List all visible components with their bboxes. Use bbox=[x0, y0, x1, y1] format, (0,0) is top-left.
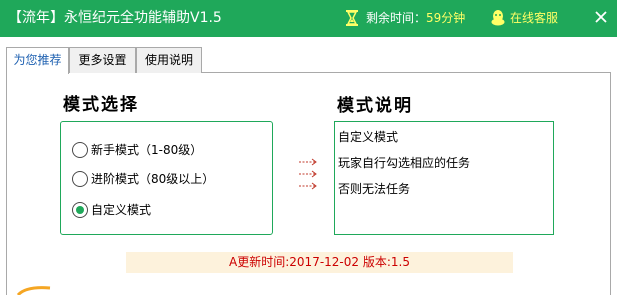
remaining-time-label: 剩余时间： bbox=[366, 11, 427, 25]
hourglass-icon bbox=[346, 10, 358, 26]
online-service-link[interactable]: 在线客服 bbox=[510, 10, 558, 26]
close-icon[interactable] bbox=[590, 6, 612, 28]
desc-line: 自定义模式 bbox=[338, 130, 399, 144]
radio-label: 进阶模式（80级以上） bbox=[91, 172, 215, 186]
qq-penguin-icon[interactable] bbox=[490, 9, 506, 27]
mode-select-heading: 模式选择 bbox=[63, 95, 139, 115]
update-info-bar: A更新时间:2017-12-02 版本:1.5 bbox=[126, 252, 513, 273]
tab-instructions[interactable]: 使用说明 bbox=[136, 47, 202, 73]
remaining-time-value: 59分钟 bbox=[426, 11, 466, 25]
decoration-swoosh-icon bbox=[16, 286, 51, 295]
tab-strip: 为您推荐 更多设置 使用说明 bbox=[6, 47, 611, 74]
mode-desc-heading: 模式说明 bbox=[337, 96, 413, 116]
desc-line: 玩家自行勾选相应的任务 bbox=[338, 156, 471, 170]
radio-button[interactable] bbox=[72, 142, 88, 158]
tab-recommend[interactable]: 为您推荐 bbox=[6, 47, 69, 74]
desc-line: 否则无法任务 bbox=[338, 182, 411, 196]
title-bar: 【流年】永恒纪元全功能辅助V1.5 剩余时间：59分钟 在线客服 bbox=[0, 0, 617, 37]
mode-desc-box: 自定义模式 玩家自行勾选相应的任务 否则无法任务 bbox=[334, 121, 554, 235]
radio-label: 新手模式（1-80级） bbox=[91, 143, 203, 157]
radio-button[interactable] bbox=[72, 171, 88, 187]
radio-label: 自定义模式 bbox=[91, 203, 152, 217]
tab-more-settings[interactable]: 更多设置 bbox=[69, 47, 136, 73]
window-title: 【流年】永恒纪元全功能辅助V1.5 bbox=[8, 10, 222, 26]
arrow-right-icon bbox=[299, 158, 317, 190]
radio-button-checked[interactable] bbox=[72, 202, 88, 218]
remaining-time: 剩余时间：59分钟 bbox=[366, 10, 465, 26]
